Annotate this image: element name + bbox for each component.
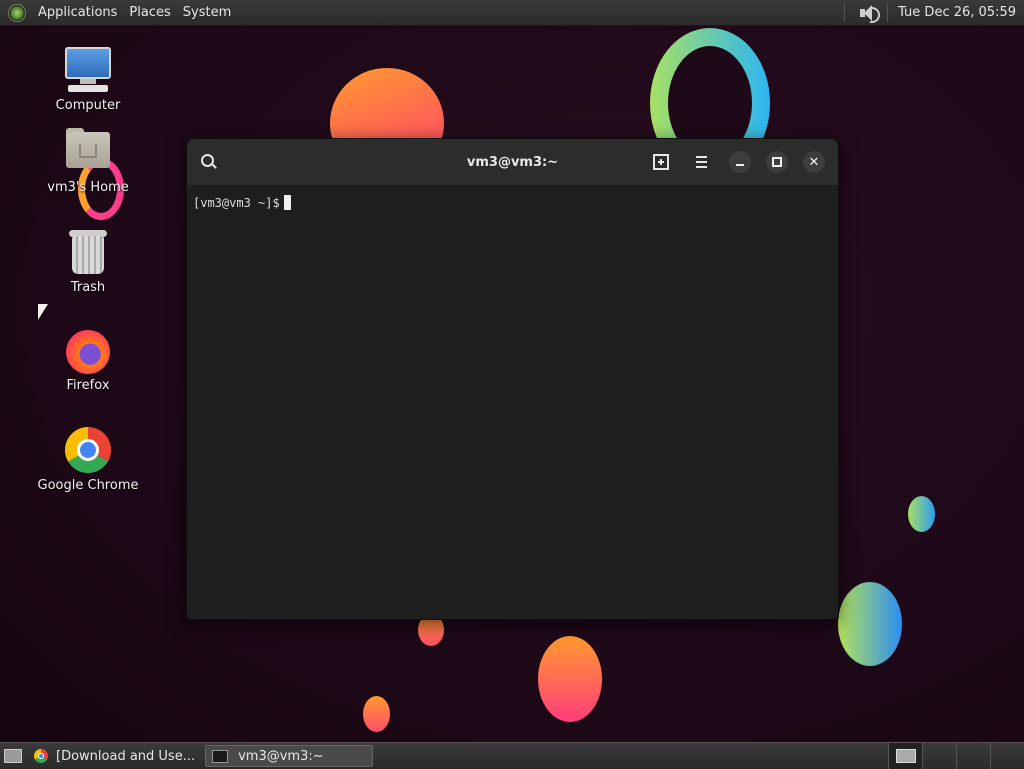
bottom-panel: [Download and Use... vm3@vm3:~ <box>0 742 1024 769</box>
desktop-icon-computer[interactable]: Computer <box>28 44 148 113</box>
taskbar-item-terminal[interactable]: vm3@vm3:~ <box>205 745 374 767</box>
desktop-icon-label: Google Chrome <box>37 478 139 493</box>
workspace-switcher <box>888 743 1024 769</box>
text-cursor <box>283 195 291 210</box>
taskbar-item-label: [Download and Use... <box>56 748 196 764</box>
terminal-icon <box>212 749 229 763</box>
desktop-icon-label: Computer <box>55 98 121 113</box>
desktop-icon-trash[interactable]: Trash <box>28 226 148 295</box>
taskbar-item-label: vm3@vm3:~ <box>238 748 324 764</box>
home-folder-icon <box>62 126 114 178</box>
close-button[interactable]: ✕ <box>803 151 825 173</box>
terminal-output[interactable]: [vm3@vm3 ~]$ <box>187 185 838 220</box>
workspace-4[interactable] <box>990 743 1024 769</box>
menu-logo-icon[interactable] <box>8 3 26 22</box>
shell-prompt: [vm3@vm3 ~]$ <box>193 196 280 210</box>
chrome-icon <box>62 424 114 476</box>
clock[interactable]: Tue Dec 26, 05:59 <box>890 0 1024 25</box>
firefox-icon <box>62 324 114 376</box>
wallpaper-blob <box>363 696 390 732</box>
search-button[interactable] <box>197 150 221 174</box>
places-menu[interactable]: Places <box>123 0 176 25</box>
terminal-window[interactable]: vm3@vm3:~ ✕ [vm3@vm3 ~]$ <box>186 138 839 620</box>
chrome-icon <box>34 749 48 763</box>
desktop-icon-label: Firefox <box>66 378 110 393</box>
minimize-icon <box>736 164 744 166</box>
workspace-1[interactable] <box>888 743 922 769</box>
workspace-2[interactable] <box>922 743 956 769</box>
desktop-icon-label: vm3's Home <box>47 180 129 195</box>
workspace-3[interactable] <box>956 743 990 769</box>
wallpaper-blob <box>838 582 902 666</box>
new-tab-button[interactable] <box>649 150 673 174</box>
volume-icon[interactable] <box>857 2 881 24</box>
desktop-icon-label: Trash <box>70 280 106 295</box>
maximize-button[interactable] <box>766 151 788 173</box>
wallpaper-blob <box>908 496 935 532</box>
hamburger-menu-button[interactable] <box>689 150 713 174</box>
system-menu[interactable]: System <box>177 0 237 25</box>
terminal-titlebar[interactable]: vm3@vm3:~ ✕ <box>187 139 838 185</box>
trash-icon <box>62 226 114 278</box>
desktop-icon-chrome[interactable]: Google Chrome <box>28 424 148 493</box>
taskbar-item-chrome[interactable]: [Download and Use... <box>28 745 201 767</box>
desktop-icon-home[interactable]: vm3's Home <box>28 126 148 195</box>
top-panel: Applications Places System Tue Dec 26, 0… <box>0 0 1024 26</box>
desktop-icon-firefox[interactable]: Firefox <box>28 324 148 393</box>
minimize-button[interactable] <box>729 151 751 173</box>
maximize-icon <box>772 157 782 167</box>
panel-separator <box>887 3 889 22</box>
mouse-pointer-icon <box>38 304 48 320</box>
wallpaper-blob <box>538 636 602 722</box>
new-tab-icon <box>653 154 669 170</box>
close-icon: ✕ <box>808 154 820 170</box>
applications-menu[interactable]: Applications <box>32 0 123 25</box>
panel-separator <box>844 3 846 22</box>
computer-icon <box>62 44 114 96</box>
show-desktop-button[interactable] <box>4 749 22 763</box>
